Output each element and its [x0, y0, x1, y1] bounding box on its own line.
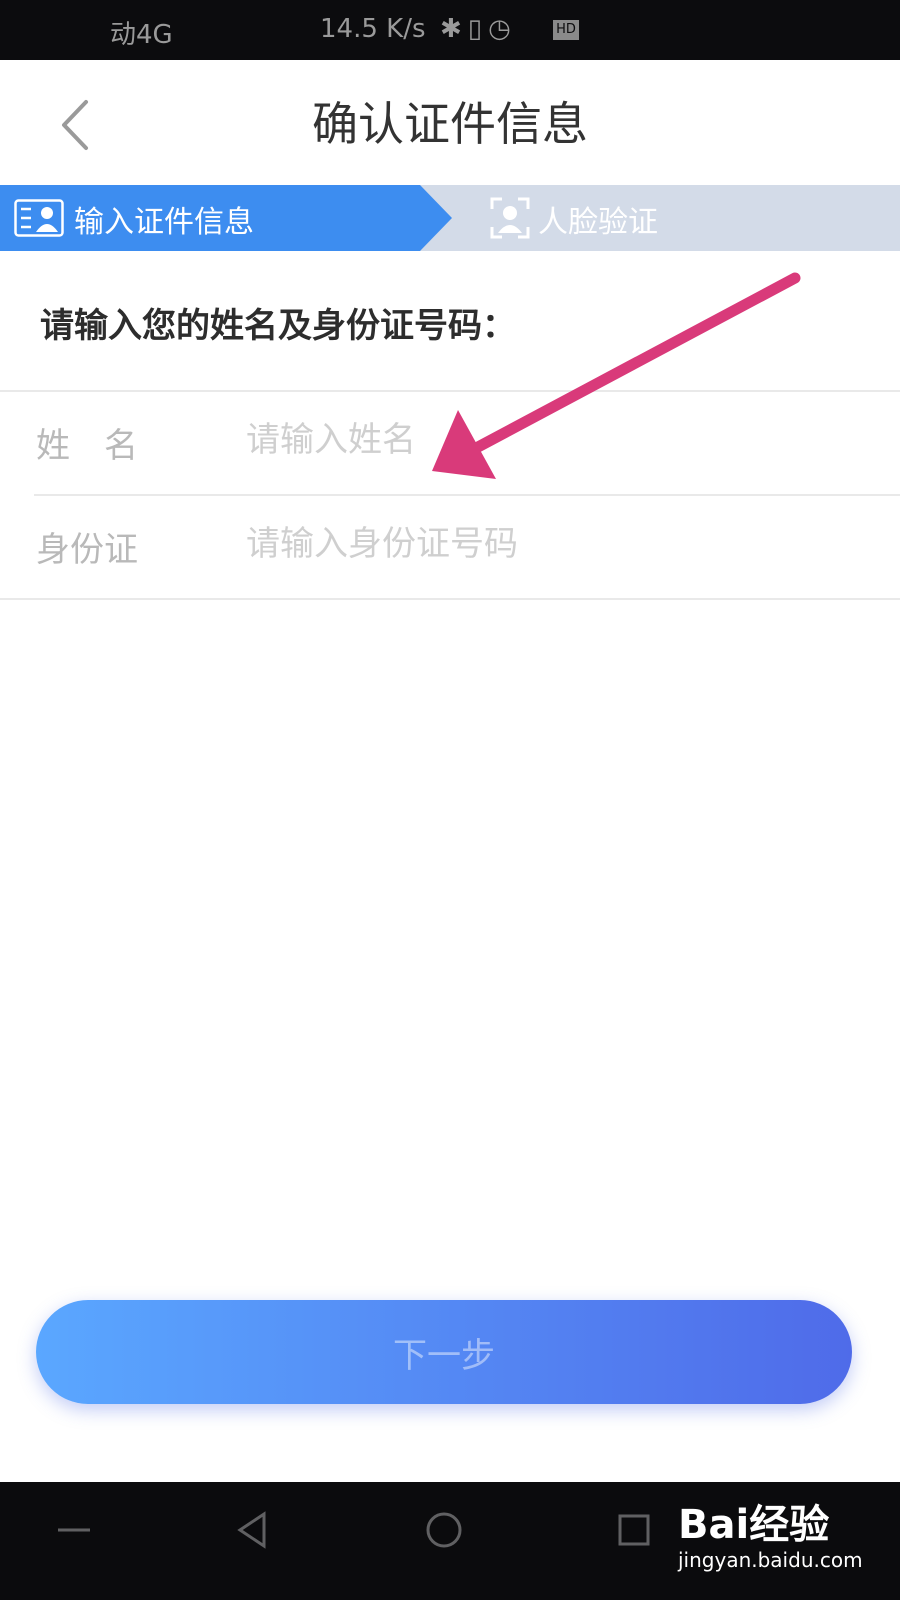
status-bar: 动4G 14.5 K/s ✱▯◷ HD [0, 0, 900, 60]
watermark-logo: Bai经验 [678, 1502, 830, 1548]
divider [0, 598, 900, 600]
bluetooth-icon: ✱ [440, 14, 468, 44]
name-label: 姓 名 [36, 426, 138, 466]
step-label-input-id: 输入证件信息 [74, 205, 254, 240]
hd-badge: HD [553, 20, 579, 40]
name-input[interactable] [246, 410, 846, 470]
header: 确认证件信息 [0, 60, 900, 185]
form-prompt: 请输入您的姓名及身份证号码： [40, 306, 516, 346]
recents-icon[interactable] [606, 1502, 662, 1558]
back-nav-icon[interactable] [224, 1502, 280, 1558]
step-progress: 输入证件信息 人脸验证 [0, 185, 900, 251]
vibrate-icon: ▯ [467, 14, 489, 44]
watermark-url: jingyan.baidu.com [678, 1548, 863, 1572]
network-speed: 14.5 K/s [320, 14, 426, 44]
step-input-id: 输入证件信息 [0, 185, 460, 251]
id-number-label: 身份证 [36, 530, 138, 570]
menu-icon[interactable] [46, 1502, 102, 1558]
home-icon[interactable] [416, 1502, 472, 1558]
next-step-button[interactable]: 下一步 [36, 1300, 852, 1404]
id-number-input[interactable] [246, 514, 846, 574]
alarm-icon: ◷ [488, 14, 517, 44]
status-icons: ✱▯◷ [440, 14, 517, 44]
step-label-face-verify: 人脸验证 [538, 205, 658, 240]
face-scan-icon [490, 197, 530, 239]
name-row: 姓 名 [0, 392, 900, 492]
id-number-row: 身份证 [0, 496, 900, 596]
page-title: 确认证件信息 [312, 97, 588, 151]
carrier-label: 动4G [110, 20, 173, 50]
watermark: Bai经验 jingyan.baidu.com [672, 1480, 892, 1590]
id-card-icon [14, 199, 64, 237]
